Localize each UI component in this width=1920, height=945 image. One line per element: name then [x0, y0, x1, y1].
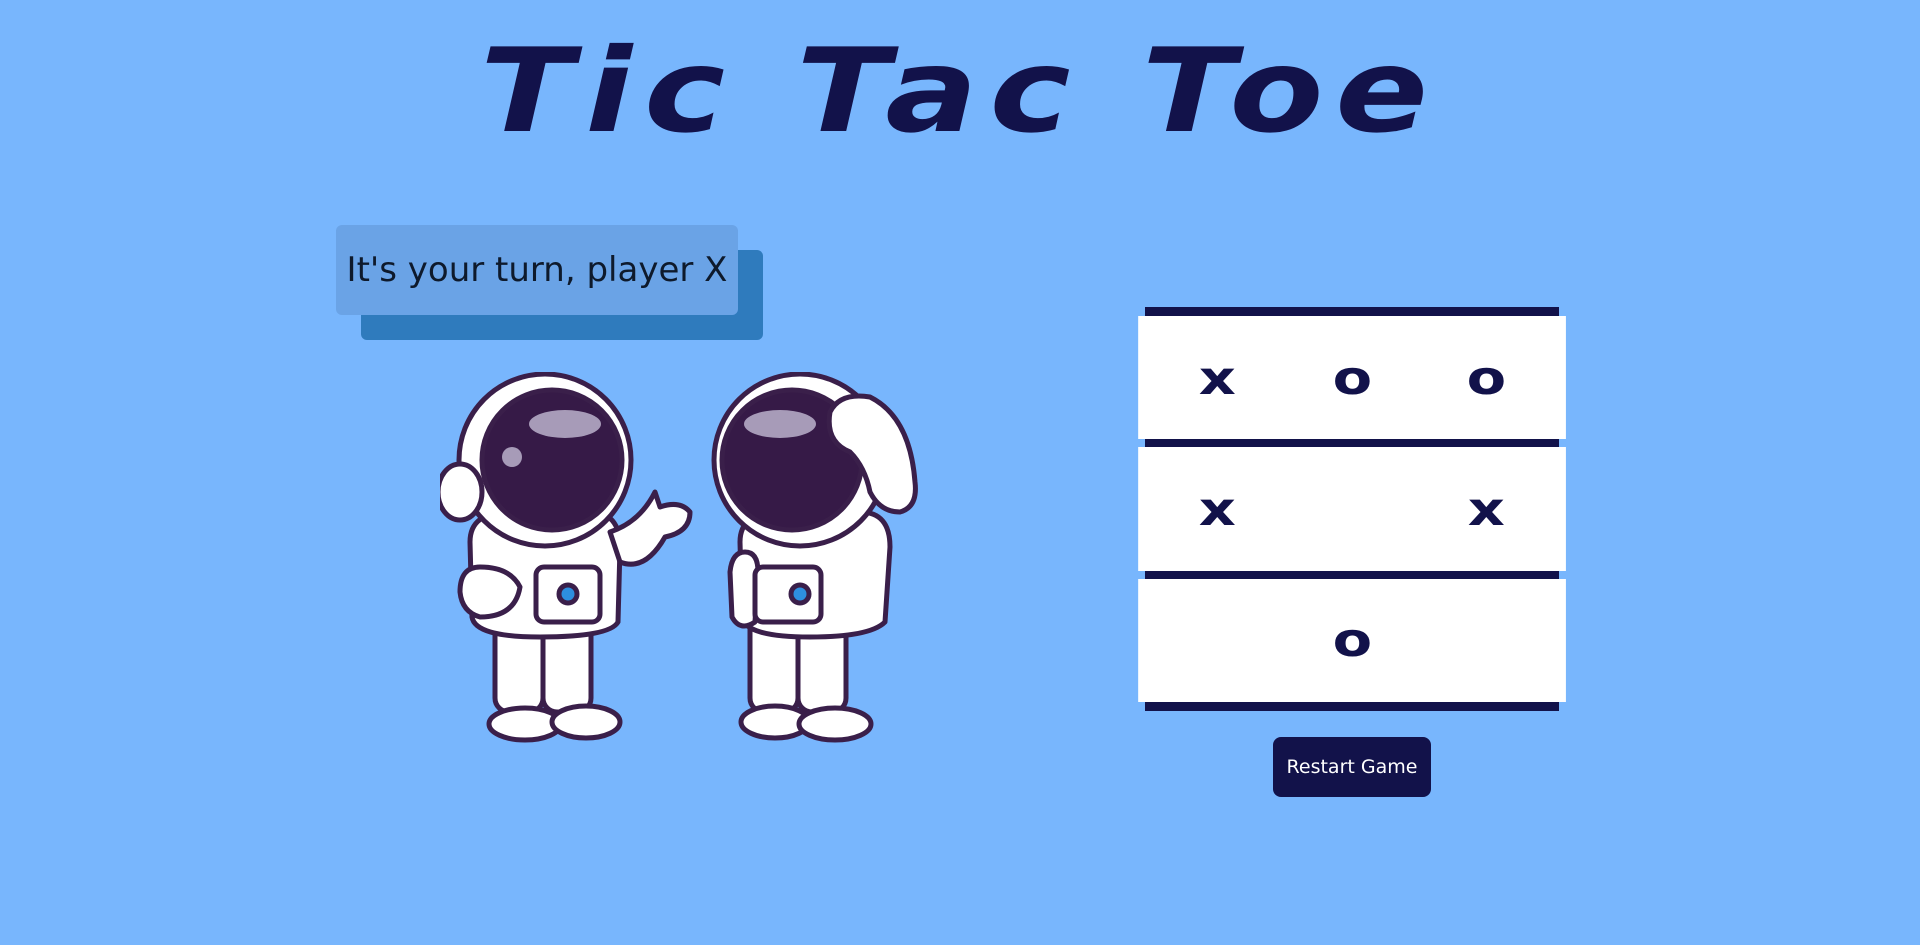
- board-cell-9[interactable]: [1407, 578, 1566, 702]
- astronaut-left: [440, 372, 693, 743]
- board-cell-6[interactable]: x: [1407, 447, 1566, 571]
- board-cell-3[interactable]: o: [1407, 316, 1566, 440]
- turn-indicator: It's your turn, player X: [336, 225, 764, 341]
- astronauts-illustration: [440, 372, 918, 743]
- astronaut-right: [711, 372, 918, 743]
- restart-game-button[interactable]: Restart Game: [1273, 737, 1431, 797]
- game-board: x o o x x o: [1138, 307, 1566, 711]
- turn-message: It's your turn, player X: [336, 225, 738, 315]
- page-title: Tic Tac Toe: [480, 24, 1440, 159]
